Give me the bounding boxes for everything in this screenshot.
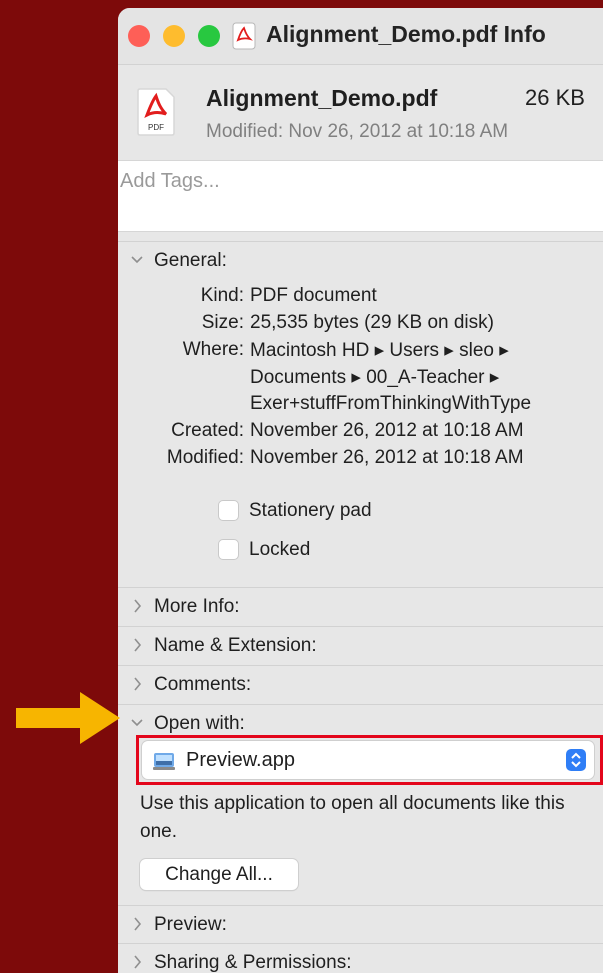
where-key-wrap: Where:: [118, 339, 244, 363]
created-key-wrap: Created:: [118, 420, 244, 444]
pdf-document-icon: PDF: [137, 88, 175, 136]
tags-input[interactable]: [118, 161, 590, 201]
annotation-arrow-icon: [16, 692, 120, 744]
change-all-button[interactable]: Change All...: [140, 859, 298, 890]
where-value-line-2: Documents ▸ 00_A-Teacher ▸: [250, 367, 500, 388]
section-sharing-permissions[interactable]: Sharing & Permissions:: [118, 943, 603, 973]
created-key: Created:: [171, 420, 244, 441]
chevron-down-icon: [131, 256, 143, 264]
file-name: Alignment_Demo.pdf: [206, 85, 438, 111]
stationery-pad-label: Stationery pad: [249, 500, 372, 521]
section-general[interactable]: General:: [118, 241, 603, 280]
section-name-extension[interactable]: Name & Extension:: [118, 626, 603, 665]
section-label: General:: [154, 250, 227, 271]
section-label: Sharing & Permissions:: [154, 952, 352, 973]
chevron-right-icon: [134, 599, 142, 613]
where-key: Where:: [182, 339, 244, 360]
pdf-title-icon: [232, 22, 256, 50]
preview-app-icon: [153, 753, 175, 770]
locked-label: Locked: [249, 539, 311, 560]
chevron-right-icon: [134, 917, 142, 931]
size-key-wrap: Size:: [118, 312, 244, 336]
stationery-pad-checkbox[interactable]: [218, 500, 239, 521]
up-down-chevron-icon: [571, 752, 581, 768]
open-with-popup[interactable]: Preview.app: [142, 741, 594, 779]
modified-summary: Modified: Nov 26, 2012 at 10:18 AM: [206, 121, 509, 142]
info-window: Alignment_Demo.pdf Info PDF Alignment_De…: [118, 8, 603, 973]
chevron-right-icon: [134, 638, 142, 652]
chevron-right-icon: [134, 955, 142, 969]
tags-area[interactable]: [118, 160, 603, 232]
kind-value: PDF document: [250, 285, 377, 306]
size-value: 25,535 bytes (29 KB on disk): [250, 312, 494, 333]
locked-checkbox[interactable]: [218, 539, 239, 560]
title-bar: Alignment_Demo.pdf Info: [118, 8, 603, 65]
section-more-info[interactable]: More Info:: [118, 587, 603, 626]
where-value-line-1: Macintosh HD ▸ Users ▸ sleo ▸: [250, 340, 509, 361]
popup-stepper[interactable]: [566, 749, 586, 771]
section-label: Open with:: [154, 713, 245, 734]
chevron-down-icon: [131, 719, 143, 727]
size-key: Size:: [201, 312, 244, 333]
modified-key-wrap: Modified:: [118, 447, 244, 471]
pdf-icon-label: PDF: [148, 123, 164, 132]
where-value-line-3: Exer+stuffFromThinkingWithType: [250, 393, 532, 414]
modified-key: Modified:: [166, 447, 244, 468]
minimize-button[interactable]: [163, 25, 185, 47]
modified-value: November 26, 2012 at 10:18 AM: [250, 447, 524, 468]
kind-key: Kind:: [200, 285, 244, 306]
section-label: More Info:: [154, 596, 240, 617]
section-label: Preview:: [154, 914, 227, 935]
zoom-button[interactable]: [198, 25, 220, 47]
window-title: Alignment_Demo.pdf Info: [266, 21, 546, 47]
section-comments[interactable]: Comments:: [118, 665, 603, 704]
created-value: November 26, 2012 at 10:18 AM: [250, 420, 524, 441]
file-header: PDF Alignment_Demo.pdf 26 KB Modified: N…: [118, 65, 603, 160]
chevron-right-icon: [134, 677, 142, 691]
section-label: Comments:: [154, 674, 252, 695]
section-label: Name & Extension:: [154, 635, 317, 656]
selected-app: Preview.app: [186, 749, 295, 771]
open-with-description: Use this application to open all documen…: [140, 793, 565, 842]
section-preview[interactable]: Preview:: [118, 905, 603, 944]
close-button[interactable]: [128, 25, 150, 47]
kind-key-wrap: Kind:: [118, 285, 244, 309]
file-size: 26 KB: [525, 85, 585, 110]
